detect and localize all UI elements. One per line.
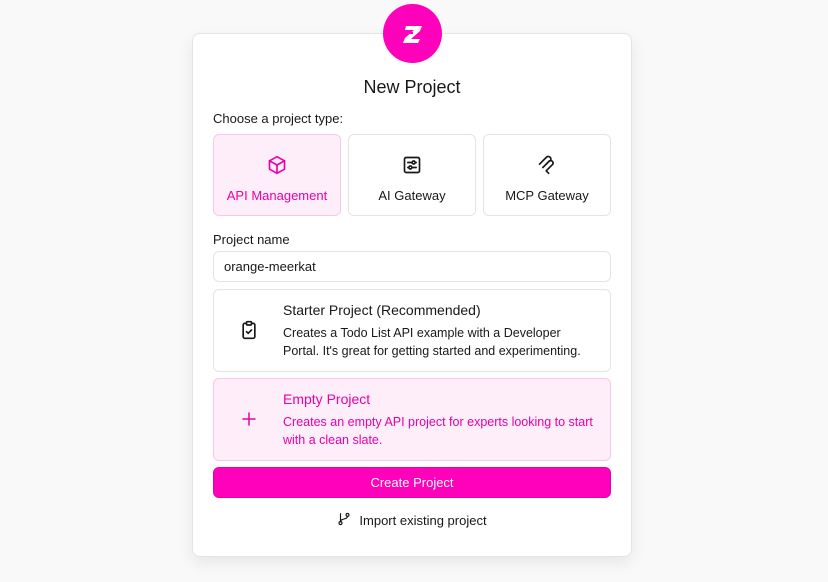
type-label: API Management [226,188,328,203]
import-link-label: Import existing project [359,513,487,528]
logo-icon [402,25,422,43]
template-description: Creates an empty API project for experts… [283,415,593,447]
new-project-dialog: New Project Choose a project type: API M… [192,33,632,557]
template-starter-project[interactable]: Starter Project (Recommended) Creates a … [213,289,611,372]
create-project-button[interactable]: Create Project [213,467,611,498]
template-empty-project[interactable]: Empty Project Creates an empty API proje… [213,378,611,461]
type-api-management[interactable]: API Management [213,134,341,216]
mcp-icon [537,155,557,175]
import-existing-project-link[interactable]: Import existing project [193,512,631,529]
template-title: Starter Project (Recommended) [283,302,481,318]
box-icon [267,155,287,175]
template-title: Empty Project [283,391,371,407]
type-ai-gateway[interactable]: AI Gateway [348,134,476,216]
clipboard-check-icon [238,319,260,341]
plus-icon [238,408,260,430]
template-description: Creates a Todo List API example with a D… [283,326,581,358]
type-mcp-gateway[interactable]: MCP Gateway [483,134,611,216]
project-name-label: Project name [213,232,290,247]
git-branch-icon [337,512,351,529]
type-label: MCP Gateway [505,188,589,203]
project-name-input[interactable] [213,251,611,282]
app-logo [383,4,442,63]
project-type-label: Choose a project type: [213,111,344,126]
type-label: AI Gateway [378,188,446,203]
sliders-icon [402,155,422,175]
page-title: New Project [363,77,461,97]
